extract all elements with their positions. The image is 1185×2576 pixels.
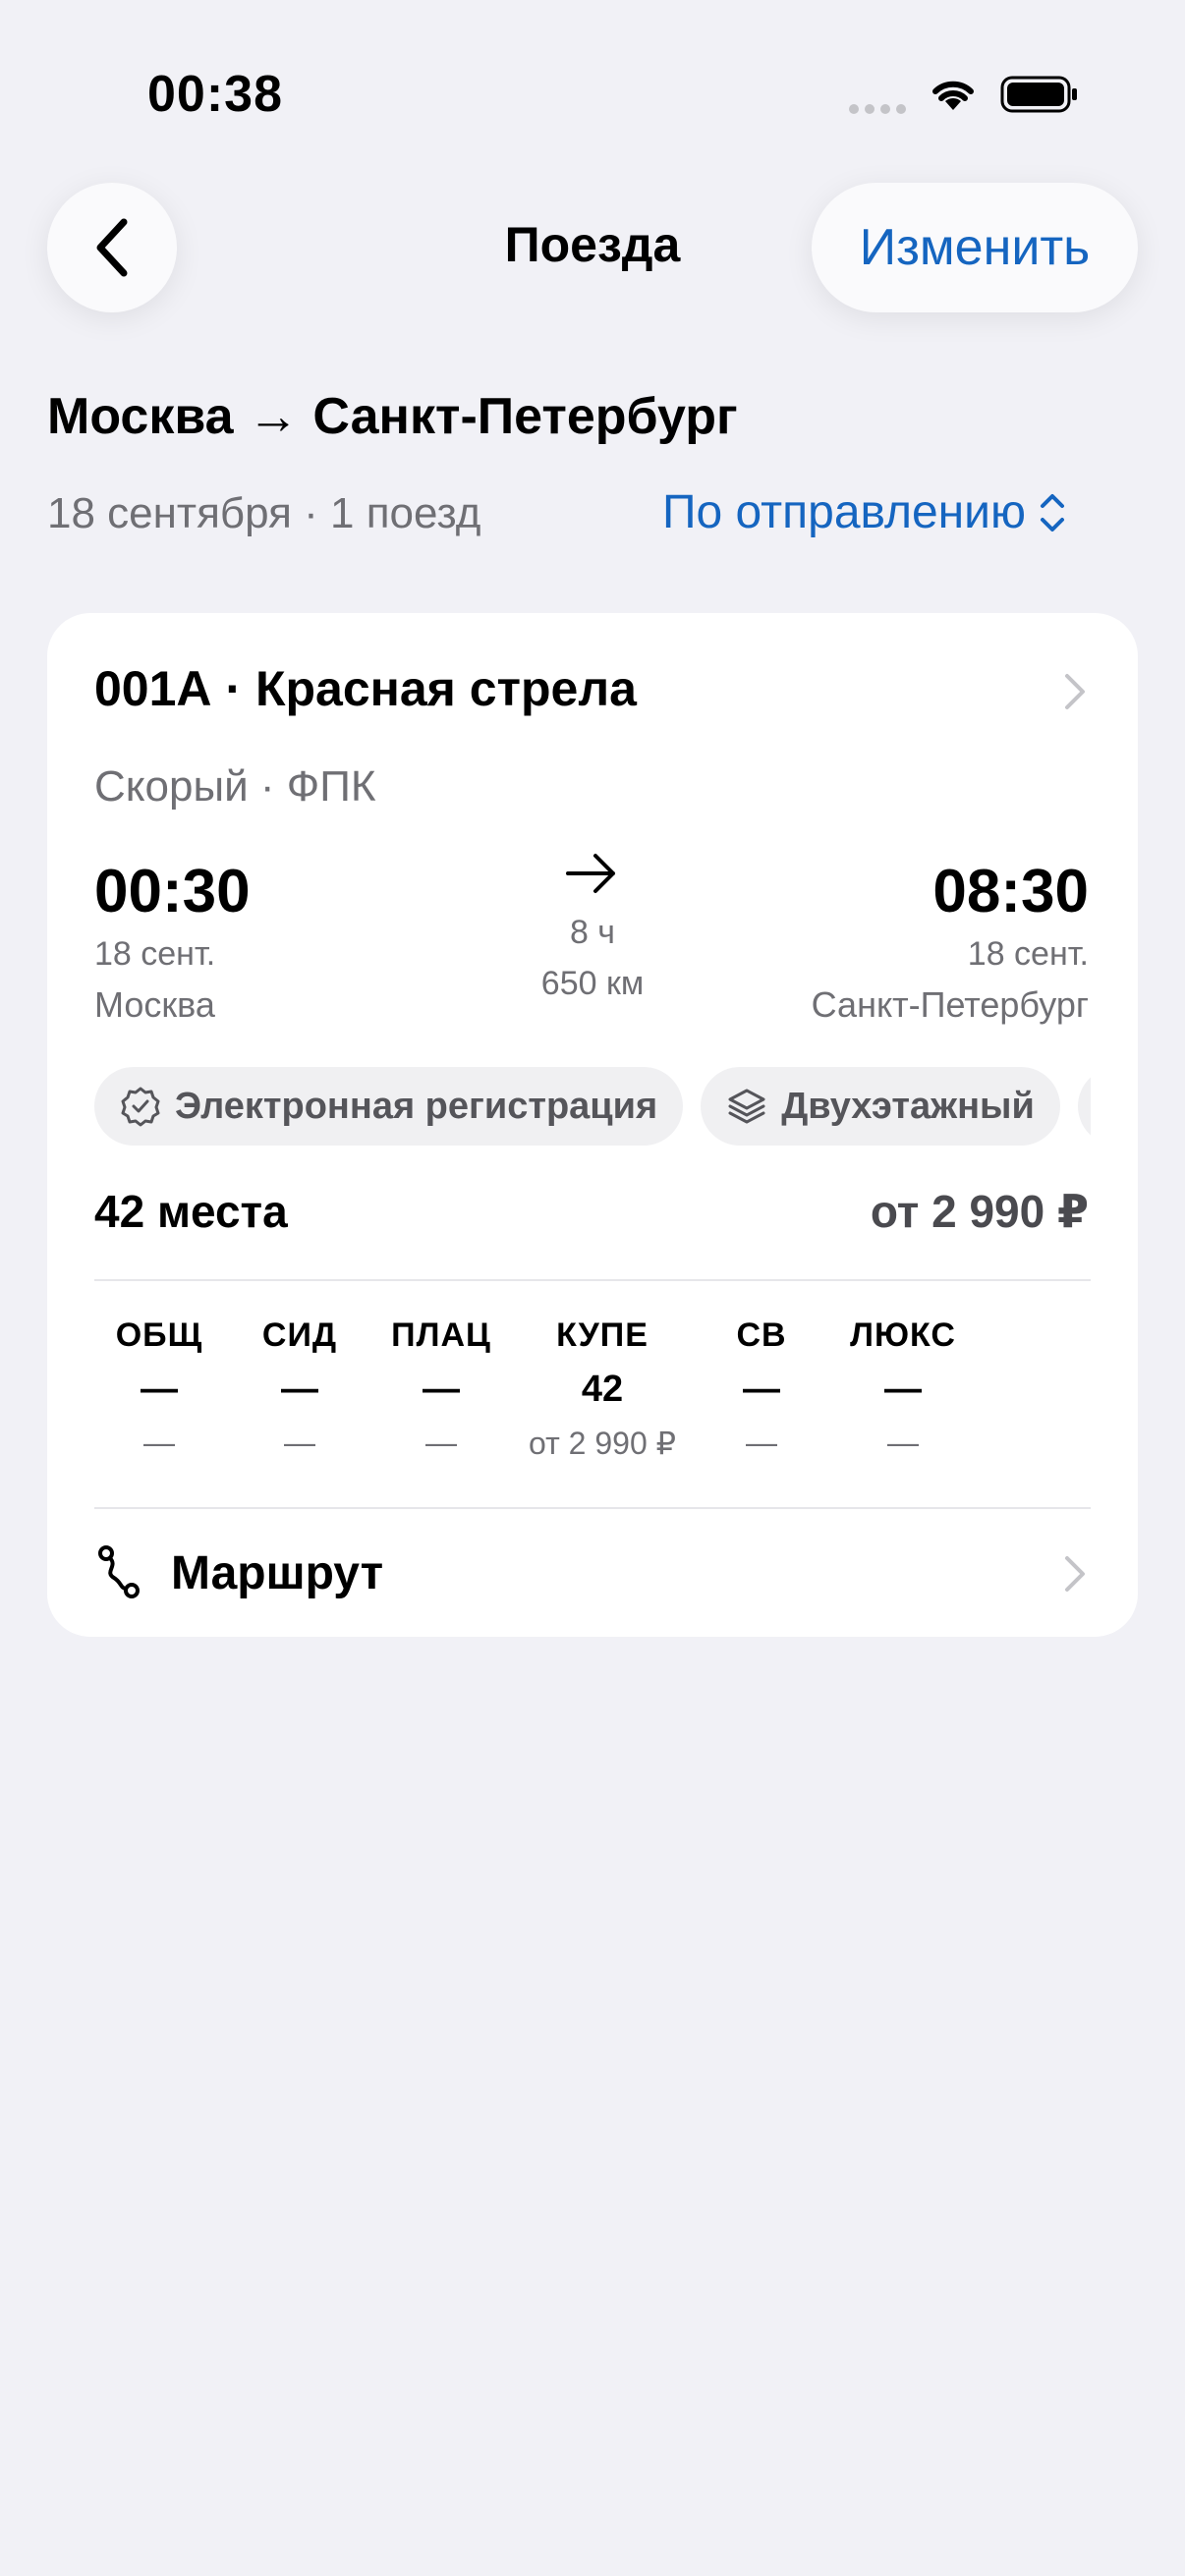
class-price: — xyxy=(284,1425,315,1460)
class-seat-count: 42 xyxy=(581,1369,624,1410)
departure-city: Москва xyxy=(94,984,215,1025)
trip-duration: 8 ч xyxy=(569,914,616,951)
class-price: от 2 990 ₽ xyxy=(529,1426,676,1461)
class-column-lux[interactable]: ЛЮКС — — xyxy=(824,1316,982,1461)
trip-distance: 650 км xyxy=(540,965,645,1002)
battery-icon xyxy=(1000,76,1077,113)
status-time: 00:38 xyxy=(147,66,283,123)
route-label: Маршрут xyxy=(171,1547,384,1599)
feature-chip-more[interactable] xyxy=(1077,1067,1091,1146)
route-title: Москва → Санкт-Петербург xyxy=(47,388,738,445)
feature-label: Электронная регистрация xyxy=(175,1085,658,1127)
class-name: СИД xyxy=(261,1316,338,1354)
divider xyxy=(94,1279,1091,1281)
chevron-right-icon xyxy=(1065,1556,1085,1592)
feature-label: Двухэтажный xyxy=(781,1085,1035,1127)
class-price: — xyxy=(746,1425,777,1460)
class-price: — xyxy=(143,1425,175,1460)
class-name: ЛЮКС xyxy=(850,1316,956,1354)
train-name: 001А · Красная стрела xyxy=(94,661,637,716)
verified-badge-icon xyxy=(121,1087,160,1127)
layers-icon xyxy=(728,1089,765,1124)
cellular-signal-icon xyxy=(849,104,908,118)
sort-label: По отправлению xyxy=(662,486,1026,538)
class-seat-count: — xyxy=(743,1369,780,1410)
class-name: ОБЩ xyxy=(115,1316,203,1354)
departure-date: 18 сент. xyxy=(94,935,216,973)
feature-chip-e-registration[interactable]: Электронная регистрация xyxy=(94,1067,684,1146)
class-column-kupe[interactable]: КУПЕ 42 от 2 990 ₽ xyxy=(494,1316,710,1462)
arrival-date: 18 сент. xyxy=(967,935,1089,973)
divider xyxy=(94,1507,1091,1509)
class-seat-count: — xyxy=(884,1369,922,1410)
class-column-sid[interactable]: СИД — — xyxy=(221,1316,378,1461)
train-type: Скорый · ФПК xyxy=(94,762,376,811)
sort-button[interactable]: По отправлению xyxy=(662,485,1065,539)
results-summary: 18 сентября · 1 поезд xyxy=(47,489,481,537)
chevron-up-down-icon xyxy=(1040,493,1064,532)
class-column-sv[interactable]: СВ — — xyxy=(683,1316,840,1461)
features-list[interactable]: Электронная регистрация Двухэтажный xyxy=(94,1067,1091,1146)
seats-available: 42 места xyxy=(94,1186,288,1237)
class-name: СВ xyxy=(736,1316,787,1354)
class-name: КУПЕ xyxy=(556,1316,649,1354)
wifi-icon xyxy=(932,81,974,110)
arrow-right-icon xyxy=(566,854,615,893)
class-seat-count: — xyxy=(141,1369,178,1410)
feature-chip-double-decker[interactable]: Двухэтажный xyxy=(701,1067,1060,1146)
price-from: от 2 990 ₽ xyxy=(870,1186,1089,1237)
edit-button[interactable]: Изменить xyxy=(812,183,1138,312)
route-icon xyxy=(98,1545,140,1598)
departure-time: 00:30 xyxy=(94,858,251,925)
class-seat-count: — xyxy=(281,1369,318,1410)
arrival-time: 08:30 xyxy=(932,858,1089,925)
arrival-city: Санкт-Петербург xyxy=(811,984,1089,1025)
chevron-right-icon xyxy=(1065,674,1085,709)
class-column-obsch[interactable]: ОБЩ — — xyxy=(81,1316,238,1461)
class-price: — xyxy=(887,1425,919,1460)
